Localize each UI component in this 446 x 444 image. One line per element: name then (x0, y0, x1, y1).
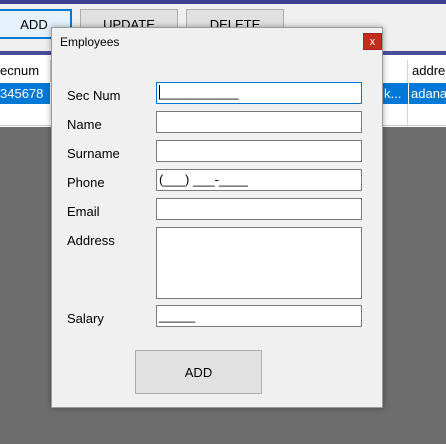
secnum-field[interactable]: ___________ (156, 82, 362, 104)
address-label: Address (67, 233, 115, 248)
email-field[interactable] (156, 198, 362, 220)
address-field[interactable] (156, 227, 362, 299)
grid-cell-secnum[interactable]: 345678 (0, 83, 50, 104)
grid-cell-truncated[interactable]: k... (383, 83, 408, 104)
name-field[interactable] (156, 111, 362, 133)
name-label: Name (67, 117, 102, 132)
surname-field[interactable] (156, 140, 362, 162)
main-window-frame (0, 0, 446, 4)
dialog-title: Employees (60, 35, 120, 49)
salary-field[interactable]: _____ (156, 305, 362, 327)
email-label: Email (67, 204, 100, 219)
close-icon[interactable]: x (363, 33, 382, 50)
grid-cell-address[interactable]: adana (409, 83, 446, 104)
add-button[interactable]: ADD (135, 350, 262, 394)
salary-label: Salary (67, 311, 104, 326)
grid-header-secnum[interactable]: ecnum (0, 60, 51, 82)
grid-header-address[interactable]: addre (412, 60, 446, 82)
phone-mask: (___) ___-____ (159, 172, 248, 187)
secnum-mask: ___________ (159, 85, 239, 100)
employees-dialog: Employees x Sec Num ___________ Name Sur… (51, 27, 383, 408)
surname-label: Surname (67, 146, 120, 161)
phone-label: Phone (67, 175, 105, 190)
secnum-label: Sec Num (67, 88, 121, 103)
phone-field[interactable]: (___) ___-____ (156, 169, 362, 191)
salary-mask: _____ (159, 308, 196, 323)
